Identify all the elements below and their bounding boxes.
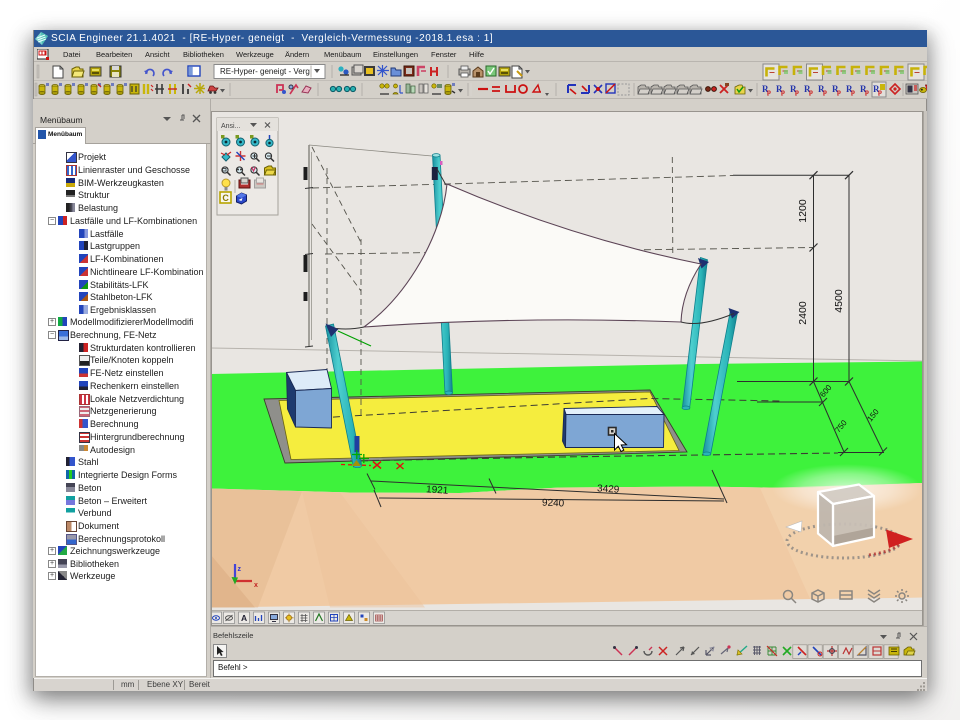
svg-text:RE-Hyper- geneigt - Verg: RE-Hyper- geneigt - Verg <box>220 67 310 76</box>
svg-text:C: C <box>222 193 229 203</box>
svg-text:Ansi...: Ansi... <box>221 123 241 130</box>
svg-text:x: x <box>254 582 258 589</box>
svg-text:1200: 1200 <box>797 199 809 223</box>
svg-text:9240: 9240 <box>542 498 565 510</box>
svg-text:4500: 4500 <box>833 289 845 313</box>
svg-text:A: A <box>241 613 247 623</box>
svg-text:2400: 2400 <box>797 301 809 325</box>
svg-text:3429: 3429 <box>597 483 620 496</box>
svg-text:1921: 1921 <box>426 484 449 497</box>
svg-text:z: z <box>238 566 242 573</box>
